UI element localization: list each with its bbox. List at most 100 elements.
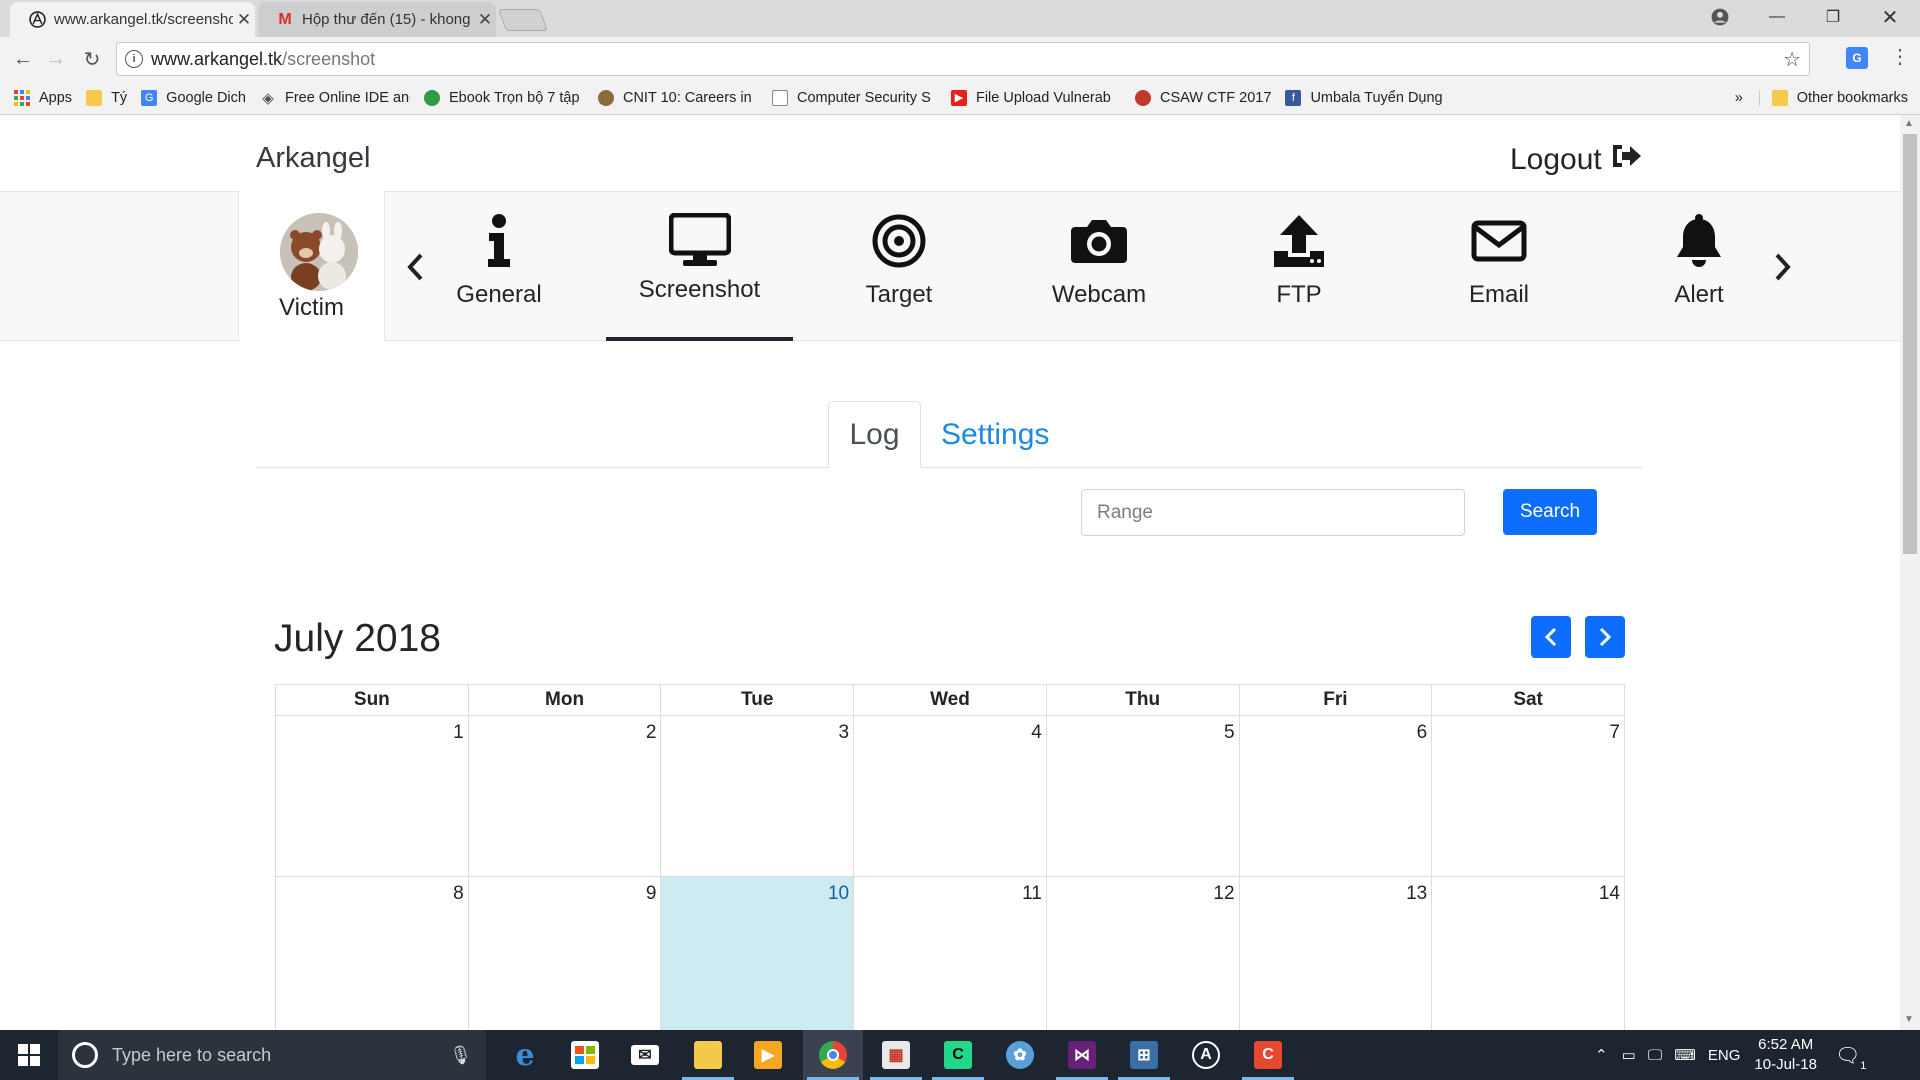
bookmark-cnit[interactable]: CNIT 10: Careers in [597, 89, 758, 106]
nav-alert[interactable]: Alert [1639, 205, 1759, 341]
translate-extension-icon[interactable]: G [1846, 47, 1868, 69]
forward-arrow-icon[interactable]: → [40, 44, 72, 74]
calendar-day[interactable]: 2 [467, 715, 662, 877]
calendar-day[interactable]: 8 [275, 876, 469, 1038]
nav-email[interactable]: Email [1439, 205, 1559, 341]
bookmark-ebook[interactable]: Ebook Trọn bộ 7 tập [423, 89, 584, 106]
calendar-day[interactable]: 6 [1238, 715, 1433, 877]
taskbar-visual-studio[interactable]: ⋈ [1052, 1030, 1112, 1080]
keyboard-icon[interactable]: ⌨ [1674, 1046, 1696, 1064]
close-window-icon[interactable]: ✕ [1862, 0, 1918, 34]
bookmark-label: File Upload Vulnerab [975, 89, 1111, 106]
taskbar-app-red[interactable]: ▦ [866, 1030, 926, 1080]
start-button[interactable] [0, 1030, 58, 1080]
new-tab-button[interactable] [497, 9, 549, 31]
store-icon [571, 1041, 599, 1069]
taskbar-search-placeholder: Type here to search [112, 1044, 272, 1065]
bookmarks-overflow-icon[interactable]: » [1735, 90, 1743, 106]
taskbar-cLion[interactable]: C [928, 1030, 988, 1080]
close-tab-icon[interactable]: ✕ [474, 10, 496, 30]
browser-tab-active[interactable]: www.arkangel.tk/screenshot ✕ [10, 2, 255, 37]
reload-icon[interactable]: ↻ [76, 44, 108, 74]
tab-log[interactable]: Log [828, 401, 921, 468]
battery-icon[interactable]: ▭ [1622, 1046, 1636, 1064]
ide-icon: ◈ [262, 89, 274, 106]
bookmark-apps[interactable]: Apps [14, 89, 72, 106]
language-indicator[interactable]: ENG [1708, 1047, 1741, 1064]
profile-icon[interactable] [1692, 0, 1748, 34]
site-info-icon[interactable]: i [125, 50, 143, 68]
taskbar-mail[interactable]: ✉ [615, 1030, 675, 1080]
next-month-button[interactable] [1585, 616, 1625, 658]
bookmark-ty[interactable]: Tý [86, 89, 127, 106]
restore-icon[interactable]: ❐ [1805, 0, 1861, 34]
minimize-icon[interactable]: — [1749, 0, 1805, 34]
microphone-icon[interactable]: 🎙 [449, 1045, 472, 1066]
action-center-icon[interactable]: 🗨 1 [1835, 1043, 1866, 1072]
nav-screenshot[interactable]: Screenshot [606, 210, 793, 346]
weekday-header: Tue [660, 684, 855, 716]
prev-month-button[interactable] [1531, 616, 1571, 658]
chevron-left-icon[interactable] [405, 252, 425, 291]
calendar-day[interactable]: 1 [275, 715, 469, 877]
calendar-day[interactable]: 9 [467, 876, 662, 1038]
brand-title[interactable]: Arkangel [256, 142, 370, 175]
scroll-up-icon[interactable]: ▲ [1904, 118, 1914, 129]
calendar-day[interactable]: 13 [1238, 876, 1433, 1038]
taskbar-explorer[interactable] [678, 1030, 738, 1080]
network-icon[interactable]: 🖵 [1648, 1047, 1662, 1064]
nav-target[interactable]: Target [839, 205, 959, 341]
chrome-menu-icon[interactable]: ⋮ [1890, 44, 1910, 69]
address-bar[interactable]: i www.arkangel.tk/screenshot ☆ [116, 42, 1810, 76]
clock-date: 10-Jul-18 [1754, 1056, 1817, 1073]
bookmark-csaw[interactable]: CSAW CTF 2017 [1134, 89, 1271, 106]
scroll-down-icon[interactable]: ▼ [1904, 1014, 1914, 1025]
search-button[interactable]: Search [1503, 489, 1597, 535]
bookmark-ide[interactable]: ◈ Free Online IDE and [260, 90, 410, 106]
nav-label: Target [865, 281, 933, 308]
taskbar-network-app[interactable]: ⊞ [1114, 1030, 1174, 1080]
calendar-day-today[interactable]: 10 [660, 876, 855, 1038]
calendar-day[interactable]: 11 [853, 876, 1047, 1038]
bookmark-computer-security[interactable]: Computer Security S [771, 89, 937, 106]
calendar-day[interactable]: 12 [1045, 876, 1240, 1038]
taskbar-paint[interactable]: ✿ [990, 1030, 1050, 1080]
chevron-right-icon[interactable] [1773, 252, 1793, 291]
nav-webcam[interactable]: Webcam [1039, 205, 1159, 341]
logout-button[interactable]: Logout [1510, 142, 1642, 178]
tray-chevron-up-icon[interactable]: ⌃ [1595, 1046, 1608, 1064]
bookmark-file-upload[interactable]: ▶ File Upload Vulnerab [950, 89, 1121, 106]
browser-tab-gmail[interactable]: M Hộp thư đến (15) - khong ✕ [258, 2, 496, 37]
nav-ftp[interactable]: FTP [1239, 205, 1359, 341]
nav-general[interactable]: General [439, 205, 559, 341]
taskbar-search-box[interactable]: Type here to search 🎙 [58, 1030, 486, 1080]
range-input[interactable] [1081, 489, 1465, 536]
nav-label: Email [1468, 281, 1529, 308]
bookmark-label: Google Dich [166, 89, 246, 106]
arkangel-app-icon: A [1192, 1041, 1220, 1069]
calendar-day[interactable]: 14 [1431, 876, 1625, 1038]
nav-label: Screenshot [638, 276, 761, 303]
calendar-day[interactable]: 3 [660, 715, 855, 877]
taskbar-clion-red[interactable]: C [1238, 1030, 1298, 1080]
close-tab-icon[interactable]: ✕ [233, 10, 255, 30]
calendar-day[interactable]: 4 [853, 715, 1047, 877]
other-bookmarks[interactable]: Other bookmarks [1758, 89, 1908, 106]
calendar-week-row: 8 9 10 11 12 13 14 [275, 876, 1625, 1038]
calendar-day[interactable]: 7 [1431, 715, 1625, 877]
back-arrow-icon[interactable]: ← [7, 44, 39, 74]
taskbar-media[interactable]: ▶ [738, 1030, 798, 1080]
taskbar-chrome[interactable] [803, 1030, 863, 1080]
bookmark-star-icon[interactable]: ☆ [1783, 47, 1801, 72]
target-icon [872, 205, 926, 277]
flag-icon [1134, 89, 1151, 106]
bookmark-google-dich[interactable]: G Google Dich [141, 89, 246, 106]
taskbar-arkangel[interactable]: A [1176, 1030, 1236, 1080]
clock[interactable]: 6:52 AM 10-Jul-18 [1754, 1035, 1817, 1075]
taskbar-edge[interactable]: e [495, 1030, 555, 1080]
scrollbar-thumb[interactable] [1903, 134, 1917, 554]
tab-settings[interactable]: Settings [921, 401, 1069, 468]
taskbar-store[interactable] [555, 1030, 615, 1080]
calendar-day[interactable]: 5 [1045, 715, 1240, 877]
bookmark-umbala[interactable]: f Umbala Tuyển Dụng [1285, 89, 1460, 106]
